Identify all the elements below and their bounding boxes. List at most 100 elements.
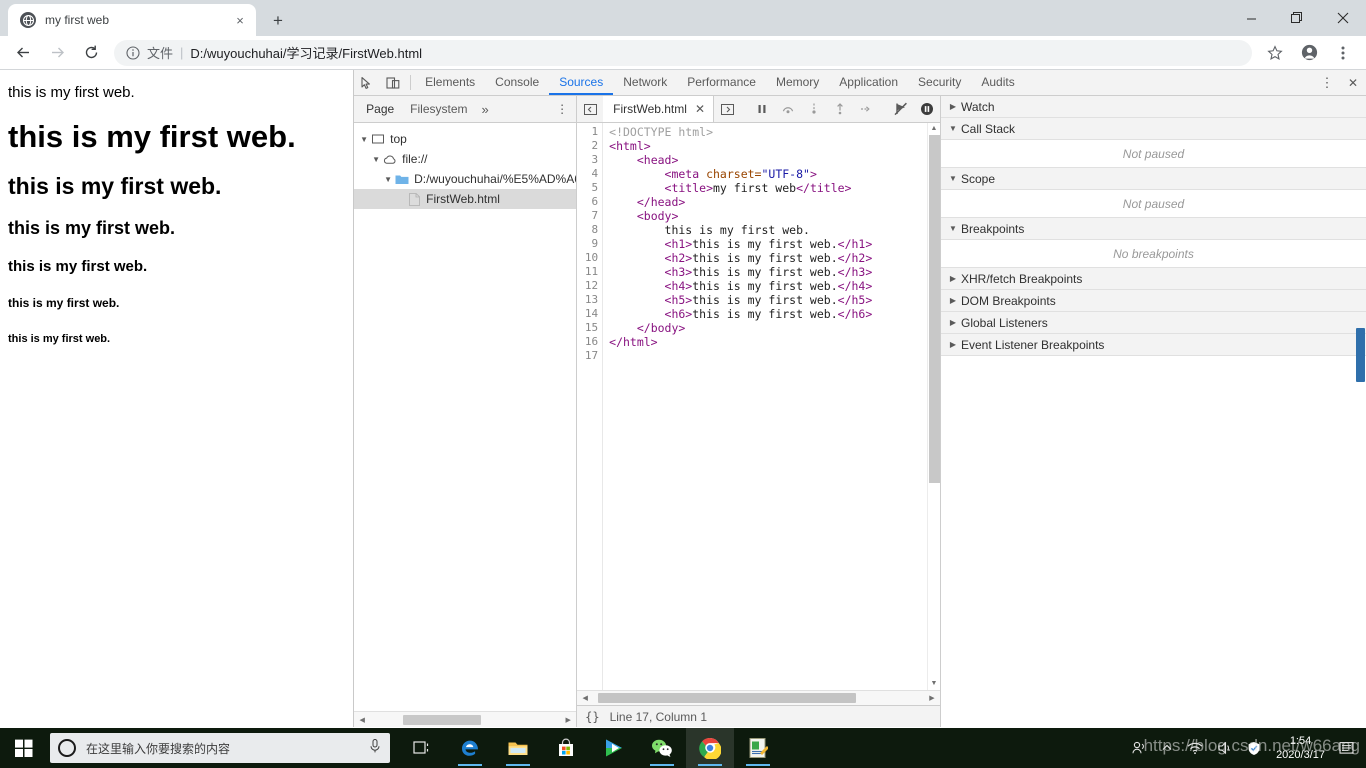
debugger-scroll-thumb[interactable]: [1356, 328, 1365, 382]
code-line[interactable]: <h3>this is my first web.</h3>: [609, 265, 927, 279]
code-line[interactable]: <h6>this is my first web.</h6>: [609, 307, 927, 321]
editor-vscroll-thumb[interactable]: [928, 135, 940, 483]
devtools-tab-console[interactable]: Console: [485, 70, 549, 95]
editor-tab-close-icon[interactable]: ✕: [695, 102, 705, 116]
debugger-section-scope[interactable]: ▼ Scope: [941, 168, 1366, 190]
tree-expand-twisty-icon[interactable]: ▼: [382, 175, 394, 184]
devtools-close-icon[interactable]: ✕: [1340, 76, 1366, 90]
editor-horizontal-scrollbar[interactable]: ◀ ▶: [577, 690, 940, 705]
device-toolbar-icon[interactable]: [380, 70, 406, 95]
line-number[interactable]: 9: [577, 237, 602, 251]
devtools-tab-audits[interactable]: Audits: [971, 70, 1024, 95]
line-number[interactable]: 13: [577, 293, 602, 307]
tab-close-icon[interactable]: ×: [232, 12, 248, 28]
navigator-kebab-icon[interactable]: ⋮: [548, 102, 576, 116]
tree-expand-twisty-icon[interactable]: ▼: [358, 135, 370, 144]
devtools-tab-application[interactable]: Application: [829, 70, 908, 95]
debugger-section-breakpoints[interactable]: ▼ Breakpoints: [941, 218, 1366, 240]
editor-hscroll-track[interactable]: [591, 693, 926, 703]
line-number[interactable]: 10: [577, 251, 602, 265]
editor-vertical-scrollbar[interactable]: ▲ ▼: [927, 123, 940, 690]
code-line[interactable]: <h4>this is my first web.</h4>: [609, 279, 927, 293]
pretty-print-icon[interactable]: {}: [585, 710, 599, 724]
file-tree-item[interactable]: ▼ file://: [354, 149, 576, 169]
line-number[interactable]: 12: [577, 279, 602, 293]
show-navigator-icon[interactable]: [577, 103, 603, 116]
browser-tab[interactable]: my first web ×: [8, 4, 256, 36]
debugger-section-global-listeners[interactable]: ▶ Global Listeners: [941, 312, 1366, 334]
code-line[interactable]: </html>: [609, 335, 927, 349]
editor-file-tab[interactable]: FirstWeb.html ✕: [603, 96, 714, 122]
show-hidden-icons-chevron[interactable]: [1154, 742, 1180, 754]
info-circle-icon[interactable]: [126, 45, 140, 60]
line-number[interactable]: 17: [577, 349, 602, 363]
speaker-icon[interactable]: [1210, 741, 1240, 755]
people-icon[interactable]: [1124, 740, 1154, 756]
devtools-tab-sources[interactable]: Sources: [549, 70, 614, 95]
navigator-scroll-track[interactable]: [368, 714, 562, 725]
minimize-button[interactable]: [1228, 0, 1274, 36]
step-out-icon[interactable]: [827, 102, 853, 116]
scroll-down-arrow[interactable]: ▼: [931, 678, 938, 690]
chrome-icon[interactable]: [686, 728, 734, 768]
movies-tv-icon[interactable]: [590, 728, 638, 768]
devtools-tab-network[interactable]: Network: [613, 70, 677, 95]
shield-icon[interactable]: [1240, 741, 1268, 756]
taskbar-clock[interactable]: 1:54 2020/3/17: [1268, 734, 1333, 762]
line-number[interactable]: 7: [577, 209, 602, 223]
code-line[interactable]: <!DOCTYPE html>: [609, 125, 927, 139]
code-line[interactable]: </head>: [609, 195, 927, 209]
navigator-more-icon[interactable]: »: [476, 102, 495, 117]
step-icon[interactable]: [853, 102, 879, 116]
scroll-left-arrow[interactable]: ◀: [356, 716, 368, 724]
deactivate-breakpoints-icon[interactable]: [888, 101, 914, 117]
navigator-scroll-thumb[interactable]: [403, 714, 481, 725]
reload-button[interactable]: [77, 39, 105, 67]
bookmark-star-icon[interactable]: [1261, 39, 1289, 67]
edge-icon[interactable]: [446, 728, 494, 768]
code-line[interactable]: [609, 349, 927, 363]
line-number[interactable]: 11: [577, 265, 602, 279]
scroll-right-arrow[interactable]: ▶: [562, 716, 574, 724]
line-number[interactable]: 4: [577, 167, 602, 181]
code-line[interactable]: <meta charset="UTF-8">: [609, 167, 927, 181]
back-button[interactable]: [9, 39, 37, 67]
maximize-restore-button[interactable]: [1274, 0, 1320, 36]
scroll-up-arrow[interactable]: ▲: [931, 123, 938, 135]
new-tab-button[interactable]: +: [264, 6, 292, 34]
debugger-section-watch[interactable]: ▶ Watch: [941, 96, 1366, 118]
chrome-menu-icon[interactable]: [1329, 39, 1357, 67]
devtools-tab-elements[interactable]: Elements: [415, 70, 485, 95]
task-view-icon[interactable]: [398, 728, 446, 768]
code-line[interactable]: <html>: [609, 139, 927, 153]
code-line[interactable]: <title>my first web</title>: [609, 181, 927, 195]
debugger-section-call-stack[interactable]: ▼ Call Stack: [941, 118, 1366, 140]
file-tree-item[interactable]: FirstWeb.html: [354, 189, 577, 209]
step-over-icon[interactable]: [775, 102, 801, 116]
forward-button[interactable]: [43, 39, 71, 67]
line-number[interactable]: 1: [577, 125, 602, 139]
wifi-icon[interactable]: [1180, 741, 1210, 755]
file-tree-item[interactable]: ▼ D:/wuyouchuhai/%E5%AD%A6%A6: [354, 169, 576, 189]
devtools-tab-memory[interactable]: Memory: [766, 70, 829, 95]
step-into-icon[interactable]: [801, 102, 827, 116]
close-window-button[interactable]: [1320, 0, 1366, 36]
code-line[interactable]: <head>: [609, 153, 927, 167]
editor-scroll-left-arrow[interactable]: ◀: [579, 694, 591, 702]
editor-hscroll-thumb[interactable]: [597, 693, 856, 703]
code-line[interactable]: this is my first web.: [609, 223, 927, 237]
pause-on-exceptions-icon[interactable]: [914, 102, 940, 116]
start-button[interactable]: [0, 728, 48, 768]
profile-avatar-icon[interactable]: [1295, 39, 1323, 67]
address-bar[interactable]: 文件 | D:/wuyouchuhai/学习记录/FirstWeb.html: [114, 39, 1252, 66]
code-line[interactable]: <h1>this is my first web.</h1>: [609, 237, 927, 251]
editor-scroll-right-arrow[interactable]: ▶: [926, 694, 938, 702]
line-number[interactable]: 15: [577, 321, 602, 335]
code-line[interactable]: </body>: [609, 321, 927, 335]
action-center-icon[interactable]: [1333, 741, 1366, 756]
code-line[interactable]: <h5>this is my first web.</h5>: [609, 293, 927, 307]
microsoft-store-icon[interactable]: [542, 728, 590, 768]
editor-icon[interactable]: [734, 728, 782, 768]
code-area[interactable]: 1 2 3 4 5 6 7 8 9 10 11 12 13 14 15 16 17 <!DOCTYPE html…: [577, 123, 940, 690]
line-number[interactable]: 8: [577, 223, 602, 237]
